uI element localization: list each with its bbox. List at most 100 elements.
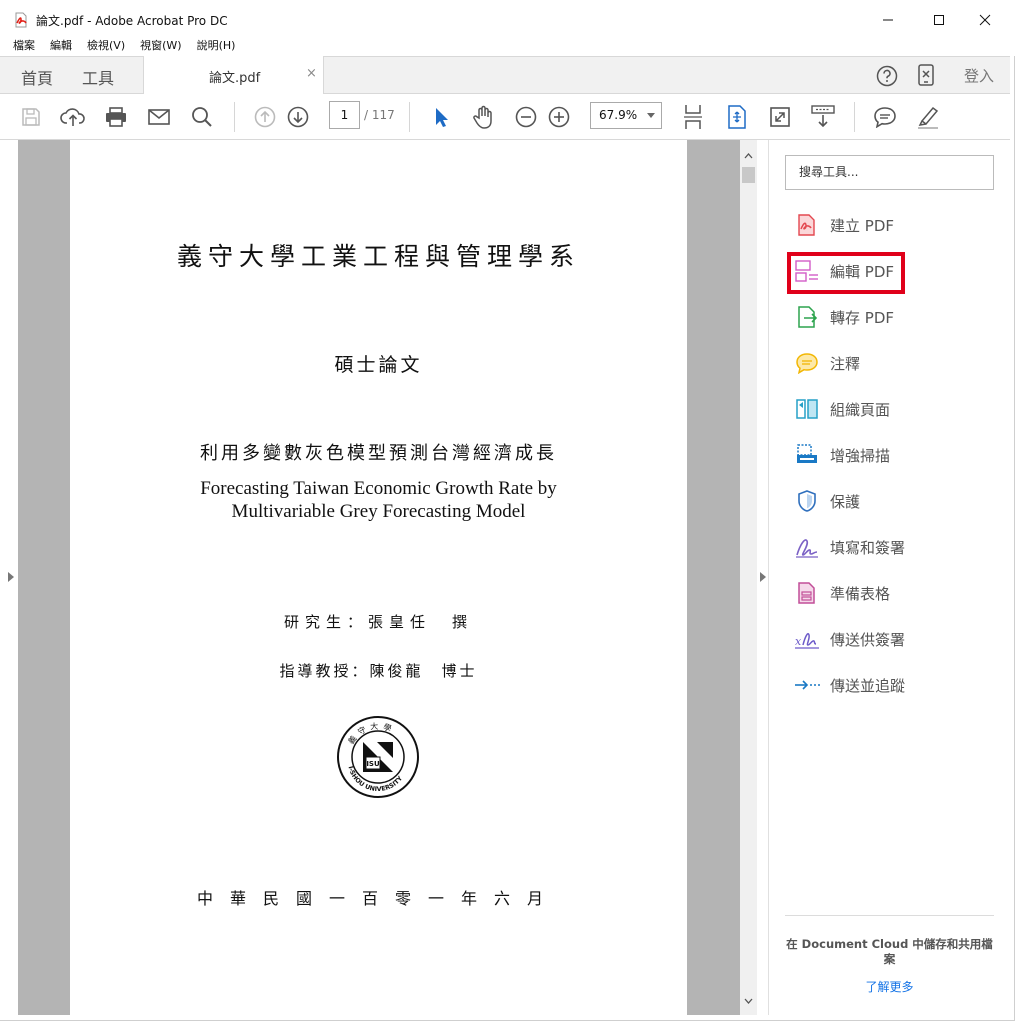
tool-protect[interactable]: 保護: [794, 487, 860, 515]
svg-text:ISU: ISU: [366, 760, 380, 768]
enhance-scan-icon: [794, 442, 820, 468]
menu-edit[interactable]: 編輯: [50, 36, 72, 56]
next-page-button[interactable]: [285, 104, 311, 130]
cloud-upload-icon: [60, 108, 85, 126]
scrolling-mode-button[interactable]: [680, 104, 706, 130]
arrow-down-circle-icon: [287, 106, 309, 128]
zoom-in-button[interactable]: [546, 104, 572, 130]
fit-page-button[interactable]: [724, 104, 750, 130]
tool-label: 注釋: [830, 354, 861, 373]
tool-label: 傳送並追蹤: [830, 676, 906, 695]
pane-divider: [785, 915, 994, 916]
tool-send-for-signature[interactable]: x 傳送供簽署: [794, 625, 905, 653]
tool-prepare-form[interactable]: 準備表格: [794, 579, 890, 607]
tab-document[interactable]: 論文.pdf ×: [143, 56, 324, 95]
doc-title-en-line1: Forecasting Taiwan Economic Growth Rate …: [200, 478, 557, 499]
left-panel-toggle[interactable]: [0, 140, 18, 1015]
document-viewer[interactable]: 義守大學工業工程與管理學系 碩士論文 利用多變數灰色模型預測台灣經濟成長 For…: [0, 140, 757, 1015]
document-tab-label: 論文.pdf: [209, 71, 261, 86]
close-icon: [979, 14, 991, 26]
tool-export-pdf[interactable]: 轉存 PDF: [794, 303, 894, 331]
find-button[interactable]: [189, 104, 215, 130]
tool-enhance-scan[interactable]: 增強掃描: [794, 441, 890, 469]
cursor-arrow-icon: [436, 108, 448, 127]
previous-page-button[interactable]: [252, 104, 278, 130]
tool-label: 組織頁面: [830, 400, 891, 419]
tool-send-track[interactable]: 傳送並追蹤: [794, 671, 905, 699]
zoom-select[interactable]: 67.9%: [590, 102, 662, 129]
tool-organize-pages[interactable]: 組織頁面: [794, 395, 890, 423]
scroll-up-icon[interactable]: [744, 153, 753, 159]
send-track-icon: [794, 672, 820, 698]
title-bar: 論文.pdf - Adobe Acrobat Pro DC: [0, 0, 1015, 36]
comment-icon: [794, 350, 820, 376]
tab-home[interactable]: 首頁: [21, 65, 53, 89]
zoom-value: 67.9%: [599, 108, 638, 122]
fit-page-icon: [728, 105, 746, 129]
select-tool-button[interactable]: [428, 104, 454, 130]
vertical-scrollbar[interactable]: [740, 140, 757, 1015]
tab-bar: 首頁 工具 論文.pdf × 登入: [0, 56, 1010, 95]
hand-tool-button[interactable]: [471, 104, 497, 130]
maximize-button[interactable]: [916, 6, 962, 34]
save-button[interactable]: [18, 104, 44, 130]
tools-search-input[interactable]: 搜尋工具...: [785, 155, 994, 190]
menu-file[interactable]: 檔案: [13, 36, 35, 56]
tools-pane: 搜尋工具... 建立 PDF 編輯 PDF 轉存 PDF 注釋 組織頁面 增強掃…: [770, 140, 1010, 1015]
tool-label: 傳送供簽署: [830, 630, 906, 649]
export-pdf-icon: [794, 304, 820, 330]
chevron-down-icon: [647, 113, 655, 118]
acrobat-pdf-icon: [15, 12, 27, 28]
tool-label: 保護: [830, 492, 861, 511]
full-screen-button[interactable]: [767, 104, 793, 130]
email-button[interactable]: [146, 104, 172, 130]
mobile-link-icon[interactable]: [918, 64, 934, 86]
scrollbar-thumb[interactable]: [742, 167, 755, 183]
tool-comment[interactable]: 注釋: [794, 349, 860, 377]
close-window-button[interactable]: [962, 6, 1008, 34]
menu-bar: 檔案 編輯 檢視(V) 視窗(W) 說明(H): [0, 36, 1015, 56]
help-icon[interactable]: [876, 65, 898, 87]
hand-icon: [473, 105, 492, 129]
close-tab-button[interactable]: ×: [306, 66, 317, 81]
zoom-in-icon: [548, 106, 570, 128]
speech-bubble-icon: [874, 107, 896, 128]
page-number-input[interactable]: 1: [329, 101, 360, 129]
window-title: 論文.pdf - Adobe Acrobat Pro DC: [36, 14, 228, 28]
doc-thesis-type: 碩士論文: [334, 354, 423, 376]
doc-date: 中華民國一百零一年六月: [196, 889, 560, 908]
highlight-button[interactable]: [915, 104, 941, 130]
upload-cloud-button[interactable]: [60, 104, 86, 130]
minimize-button[interactable]: [865, 6, 911, 34]
doc-title-en-line2: Multivariable Grey Forecasting Model: [231, 501, 526, 522]
read-mode-button[interactable]: [810, 104, 836, 130]
save-icon: [22, 108, 40, 126]
doc-university: 義守大學工業工程與管理學系: [176, 242, 580, 271]
menu-view[interactable]: 檢視(V): [87, 36, 125, 56]
tool-create-pdf[interactable]: 建立 PDF: [794, 211, 894, 239]
tool-label: 填寫和簽署: [830, 538, 906, 557]
document-background: 義守大學工業工程與管理學系 碩士論文 利用多變數灰色模型預測台灣經濟成長 For…: [18, 140, 740, 1015]
learn-more-link[interactable]: 了解更多: [785, 978, 994, 995]
fill-sign-icon: [794, 534, 820, 560]
zoom-out-icon: [515, 106, 537, 128]
zoom-out-button[interactable]: [513, 104, 539, 130]
print-button[interactable]: [103, 104, 129, 130]
expand-right-arrow-icon: [8, 572, 14, 582]
comment-button[interactable]: [872, 104, 898, 130]
scroll-down-icon[interactable]: [744, 998, 753, 1004]
tab-tools[interactable]: 工具: [82, 65, 114, 89]
sign-in-button[interactable]: 登入: [964, 65, 994, 86]
toolbar-separator: [854, 102, 855, 132]
read-mode-icon: [811, 105, 835, 128]
organize-pages-icon: [794, 396, 820, 422]
tool-fill-sign[interactable]: 填寫和簽署: [794, 533, 905, 561]
tool-label: 增強掃描: [830, 446, 891, 465]
menu-help[interactable]: 說明(H): [197, 36, 236, 56]
minimize-icon: [883, 19, 893, 21]
menu-window[interactable]: 視窗(W): [140, 36, 181, 56]
right-pane-toggle[interactable]: [757, 140, 769, 1015]
toolbar-separator: [409, 102, 410, 132]
tool-label: 轉存 PDF: [830, 308, 894, 327]
toolbar: [0, 94, 1010, 140]
